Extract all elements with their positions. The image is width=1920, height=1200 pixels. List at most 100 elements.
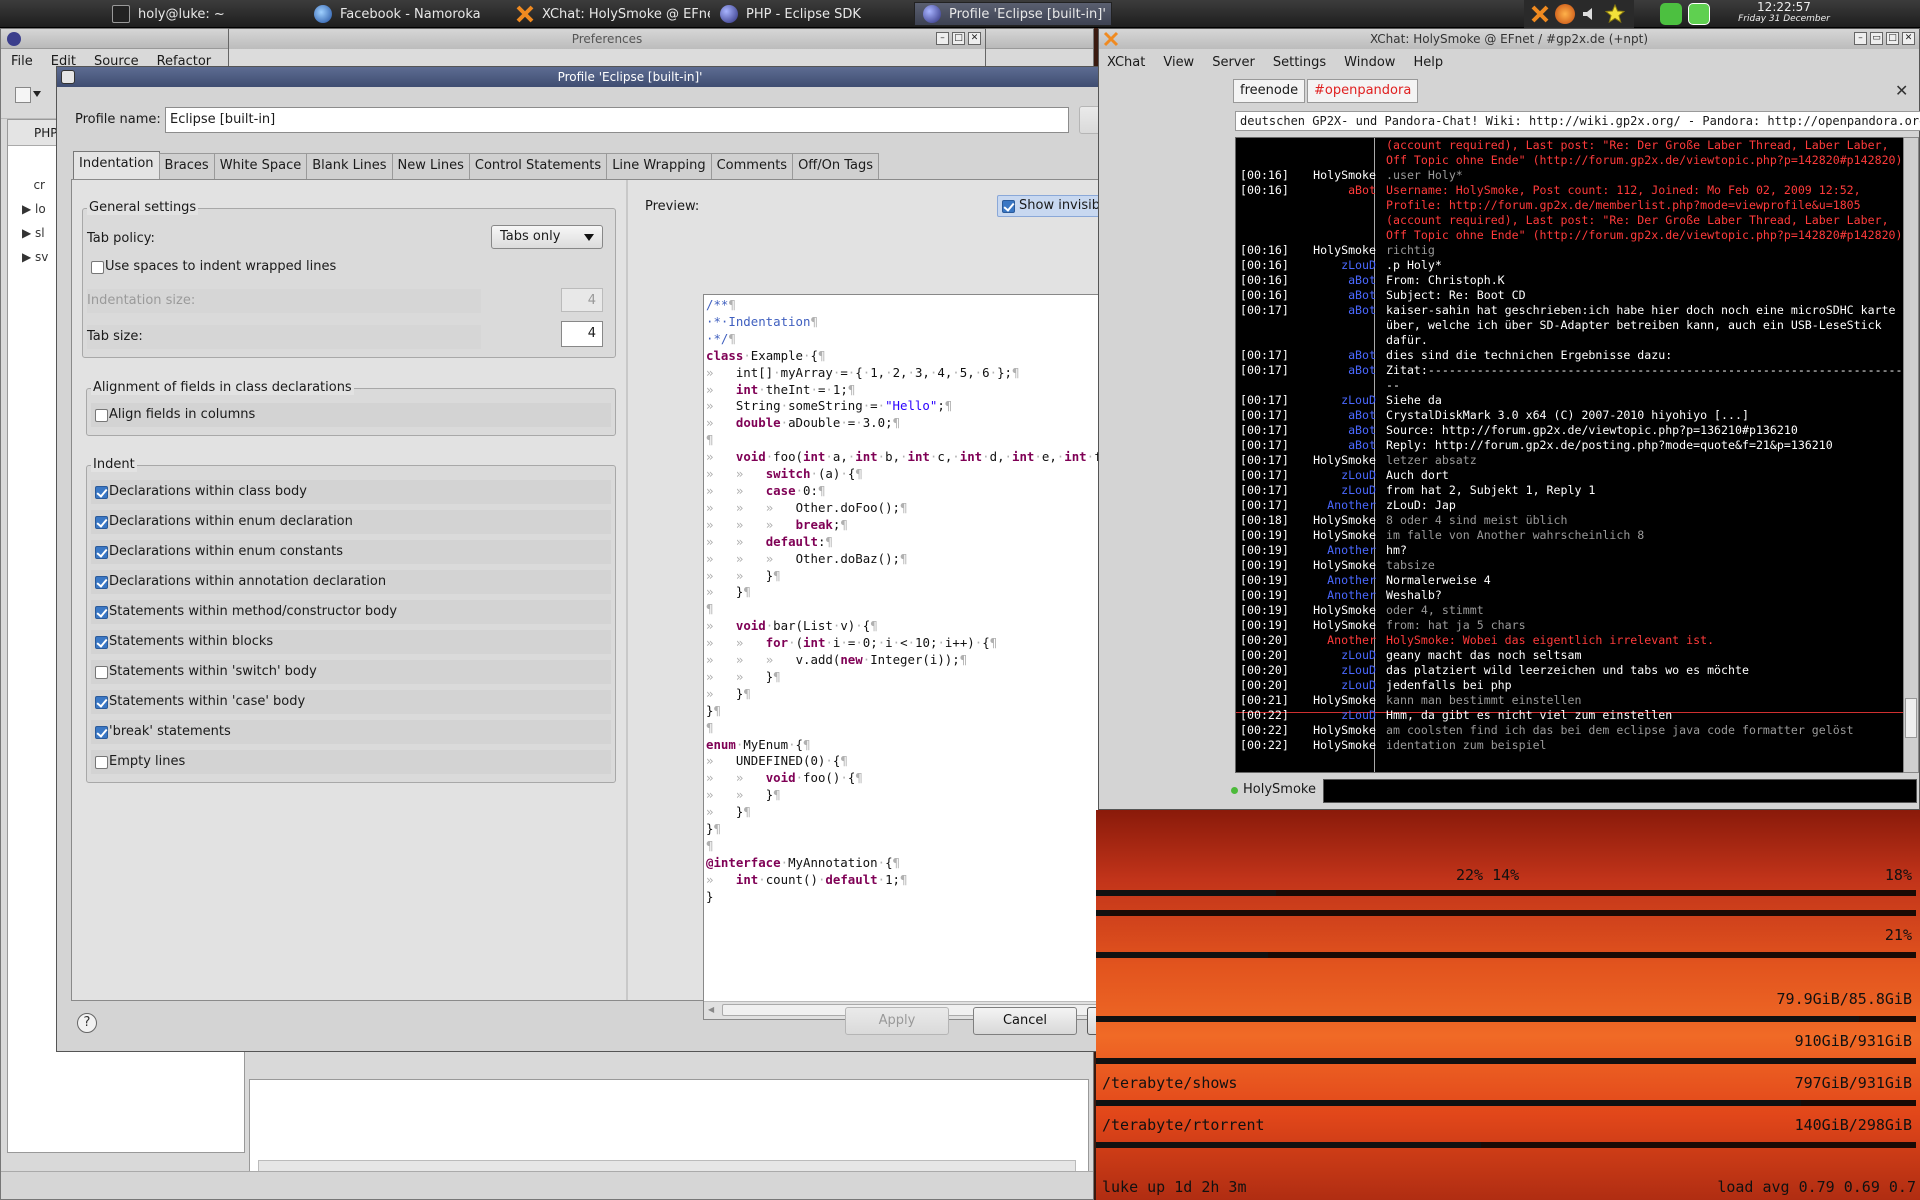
chat-nick[interactable]: HolySmoke: [1296, 738, 1376, 753]
tab-new-lines[interactable]: New Lines: [391, 153, 470, 179]
close-tab-icon[interactable]: ✕: [1895, 81, 1908, 100]
chat-nick[interactable]: zLouD: [1296, 708, 1376, 723]
tab-white-space[interactable]: White Space: [213, 153, 308, 179]
chat-nick[interactable]: aBot: [1296, 423, 1376, 438]
menu-window[interactable]: Window: [1344, 55, 1395, 70]
minimize-icon[interactable]: –: [1854, 32, 1867, 45]
chat-nick[interactable]: HolySmoke: [1296, 453, 1376, 468]
menu-settings[interactable]: Settings: [1273, 55, 1326, 70]
chat-nick[interactable]: zLouD: [1296, 678, 1376, 693]
indent-option-row[interactable]: Statements within 'switch' body: [91, 660, 611, 684]
chat-nick[interactable]: HolySmoke: [1296, 168, 1376, 183]
scroll-left-icon[interactable]: ◀: [708, 1005, 714, 1014]
task-browser[interactable]: Facebook - Namoroka: [306, 2, 506, 26]
close-icon[interactable]: ✕: [1902, 32, 1915, 45]
chat-nick[interactable]: HolySmoke: [1296, 243, 1376, 258]
task-eclipse[interactable]: PHP - Eclipse SDK: [712, 2, 912, 26]
xchat-tray-icon[interactable]: [1530, 4, 1550, 24]
chat-nick[interactable]: Another: [1296, 543, 1376, 558]
shade-icon[interactable]: ▭: [1870, 32, 1883, 45]
tab-policy-select[interactable]: Tabs only: [491, 225, 603, 249]
chat-nick[interactable]: HolySmoke: [1296, 603, 1376, 618]
indentation-size-input[interactable]: 4: [561, 288, 603, 312]
chat-nick[interactable]: aBot: [1296, 183, 1376, 198]
indent-option-row[interactable]: Declarations within enum constants: [91, 540, 611, 564]
checkbox[interactable]: [95, 726, 108, 739]
maximize-icon[interactable]: □: [952, 32, 965, 45]
tab-comments[interactable]: Comments: [710, 153, 794, 179]
chat-nick[interactable]: zLouD: [1296, 468, 1376, 483]
close-icon[interactable]: ✕: [968, 32, 981, 45]
indent-option-row[interactable]: Declarations within enum declaration: [91, 510, 611, 534]
align-fields-checkbox[interactable]: [95, 409, 108, 422]
scroll-thumb[interactable]: [1905, 698, 1917, 738]
checkbox[interactable]: [95, 636, 108, 649]
chat-nick[interactable]: aBot: [1296, 348, 1376, 363]
profile-name-input[interactable]: Eclipse [built-in]: [165, 107, 1069, 133]
menu-file[interactable]: File: [11, 54, 33, 69]
chat-nick[interactable]: zLouD: [1296, 663, 1376, 678]
chat-nick[interactable]: aBot: [1296, 288, 1376, 303]
use-spaces-checkbox-row[interactable]: Use spaces to indent wrapped lines: [87, 255, 611, 279]
chat-nick[interactable]: Another: [1296, 573, 1376, 588]
tab-size-input[interactable]: 4: [561, 321, 603, 347]
chat-nick[interactable]: HolySmoke: [1296, 513, 1376, 528]
tree-item[interactable]: cr: [22, 178, 45, 192]
tab-openpandora[interactable]: #openpandora: [1307, 79, 1419, 103]
chat-nick[interactable]: HolySmoke: [1296, 618, 1376, 633]
menu-help[interactable]: Help: [1413, 55, 1443, 70]
star-icon[interactable]: [1605, 4, 1625, 24]
indent-option-row[interactable]: Statements within method/constructor bod…: [91, 600, 611, 624]
sash-divider[interactable]: [626, 180, 628, 1000]
checkbox[interactable]: [95, 666, 108, 679]
checkbox[interactable]: [95, 606, 108, 619]
menu-view[interactable]: View: [1163, 55, 1194, 70]
dropdown-arrow-icon[interactable]: [33, 91, 41, 97]
chat-scrollbar[interactable]: [1903, 137, 1919, 773]
indent-option-row[interactable]: Empty lines: [91, 750, 611, 774]
tab-indentation[interactable]: Indentation: [73, 151, 160, 179]
chat-nick[interactable]: aBot: [1296, 438, 1376, 453]
tab-control-statements[interactable]: Control Statements: [468, 153, 608, 179]
chat-nick[interactable]: zLouD: [1296, 393, 1376, 408]
checkbox[interactable]: [95, 696, 108, 709]
volume-icon[interactable]: [1580, 4, 1600, 24]
tree-item[interactable]: ▶ sv: [22, 250, 48, 264]
channel-topic[interactable]: deutschen GP2X- und Pandora-Chat! Wiki: …: [1235, 111, 1920, 131]
firefox-tray-icon[interactable]: [1555, 4, 1575, 24]
indent-option-row[interactable]: Declarations within class body: [91, 480, 611, 504]
chat-nick[interactable]: Another: [1296, 633, 1376, 648]
chat-nick[interactable]: aBot: [1296, 363, 1376, 378]
indent-option-row[interactable]: Declarations within annotation declarati…: [91, 570, 611, 594]
tree-item[interactable]: ▶ sl: [22, 226, 45, 240]
tab-braces[interactable]: Braces: [158, 153, 215, 179]
tab-freenode[interactable]: freenode: [1233, 79, 1306, 103]
task-terminal[interactable]: holy@luke: ~: [104, 2, 304, 26]
checkbox[interactable]: [95, 486, 108, 499]
chat-nick[interactable]: zLouD: [1296, 648, 1376, 663]
indent-option-row[interactable]: Statements within 'case' body: [91, 690, 611, 714]
nick-button[interactable]: HolySmoke: [1229, 779, 1317, 803]
menu-xchat[interactable]: XChat: [1107, 55, 1145, 70]
indent-option-row[interactable]: Statements within blocks: [91, 630, 611, 654]
cancel-button[interactable]: Cancel: [973, 1007, 1077, 1035]
task-profile[interactable]: Profile 'Eclipse [built-in]': [914, 2, 1112, 26]
align-fields-row[interactable]: Align fields in columns: [91, 403, 611, 427]
chat-nick[interactable]: zLouD: [1296, 483, 1376, 498]
task-xchat[interactable]: XChat: HolySmoke @ EFnet...: [508, 2, 710, 26]
window-menu-icon[interactable]: [61, 70, 75, 84]
chat-nick[interactable]: HolySmoke: [1296, 528, 1376, 543]
checkbox[interactable]: [95, 756, 108, 769]
checkbox[interactable]: [95, 576, 108, 589]
chat-nick[interactable]: HolySmoke: [1296, 723, 1376, 738]
chat-nick[interactable]: Another: [1296, 498, 1376, 513]
minimize-icon[interactable]: –: [936, 32, 949, 45]
apply-button[interactable]: Apply: [845, 1007, 949, 1035]
new-file-icon[interactable]: [15, 87, 31, 103]
chat-nick[interactable]: HolySmoke: [1296, 693, 1376, 708]
use-spaces-checkbox[interactable]: [91, 261, 104, 274]
tab-off-on-tags[interactable]: Off/On Tags: [792, 153, 880, 179]
indent-option-row[interactable]: 'break' statements: [91, 720, 611, 744]
chat-log[interactable]: (account required), Last post: "Re: Der …: [1235, 137, 1905, 773]
chat-nick[interactable]: aBot: [1296, 408, 1376, 423]
